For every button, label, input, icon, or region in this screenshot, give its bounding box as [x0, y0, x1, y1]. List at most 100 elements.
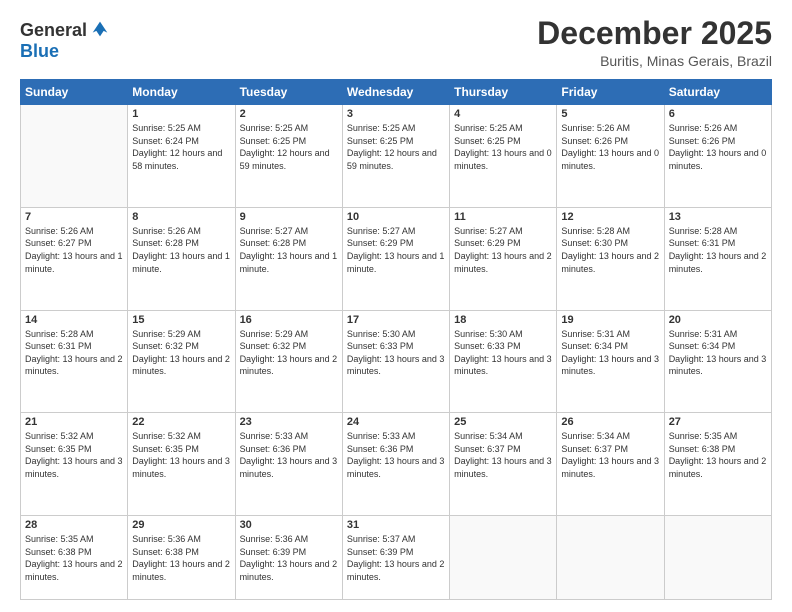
table-row: 30 Sunrise: 5:36 AMSunset: 6:39 PMDayligh… — [235, 515, 342, 599]
table-row: 28Sunrise: 5:35 AMSunset: 6:38 PMDayligh… — [21, 515, 128, 599]
day-number: 1 — [132, 108, 230, 120]
cell-info: Sunrise: 5:33 AMSunset: 6:36 PMDaylight:… — [347, 430, 445, 480]
table-row: 1Sunrise: 5:25 AMSunset: 6:24 PMDaylight… — [128, 105, 235, 208]
cell-info: Sunrise: 5:27 AMSunset: 6:28 PMDaylight:… — [240, 225, 338, 275]
day-number: 25 — [454, 416, 552, 428]
logo-text-line1: General — [20, 21, 87, 41]
calendar-week-row: 28Sunrise: 5:35 AMSunset: 6:38 PMDayligh… — [21, 515, 772, 599]
col-monday: Monday — [128, 80, 235, 105]
day-number: 16 — [240, 314, 338, 326]
col-friday: Friday — [557, 80, 664, 105]
logo-text-line2: Blue — [20, 42, 59, 62]
cell-info: Sunrise: 5:34 AMSunset: 6:37 PMDaylight:… — [561, 430, 659, 480]
table-row: 20 Sunrise: 5:31 AMSunset: 6:34 PMDayligh… — [664, 310, 771, 413]
table-row: 21 Sunrise: 5:32 AMSunset: 6:35 PMDayligh… — [21, 413, 128, 516]
table-row: 31 Sunrise: 5:37 AMSunset: 6:39 PMDayligh… — [342, 515, 449, 599]
col-sunday: Sunday — [21, 80, 128, 105]
day-number: 10 — [347, 211, 445, 223]
cell-info: Sunrise: 5:33 AMSunset: 6:36 PMDaylight:… — [240, 430, 338, 480]
day-number: 29 — [132, 519, 230, 531]
day-number: 24 — [347, 416, 445, 428]
day-number: 9 — [240, 211, 338, 223]
col-thursday: Thursday — [450, 80, 557, 105]
day-number: 7 — [25, 211, 123, 223]
cell-info: Sunrise: 5:30 AMSunset: 6:33 PMDaylight:… — [454, 328, 552, 378]
table-row: 25 Sunrise: 5:34 AMSunset: 6:37 PMDayligh… — [450, 413, 557, 516]
cell-info: Sunrise: 5:37 AMSunset: 6:39 PMDaylight:… — [347, 533, 445, 583]
cell-info: Sunrise: 5:32 AMSunset: 6:35 PMDaylight:… — [25, 430, 123, 480]
table-row: 27Sunrise: 5:35 AMSunset: 6:38 PMDayligh… — [664, 413, 771, 516]
table-row: 11 Sunrise: 5:27 AMSunset: 6:29 PMDayligh… — [450, 207, 557, 310]
cell-info: Sunrise: 5:28 AMSunset: 6:31 PMDaylight:… — [669, 225, 767, 275]
table-row: 17Sunrise: 5:30 AMSunset: 6:33 PMDayligh… — [342, 310, 449, 413]
table-row: 5Sunrise: 5:26 AMSunset: 6:26 PMDaylight… — [557, 105, 664, 208]
cell-info: Sunrise: 5:26 AMSunset: 6:28 PMDaylight:… — [132, 225, 230, 275]
month-title: December 2025 — [537, 16, 772, 51]
table-row: 15Sunrise: 5:29 AMSunset: 6:32 PMDayligh… — [128, 310, 235, 413]
calendar-week-row: 7 Sunrise: 5:26 AMSunset: 6:27 PMDaylight… — [21, 207, 772, 310]
table-row: 26 Sunrise: 5:34 AMSunset: 6:37 PMDayligh… — [557, 413, 664, 516]
day-number: 21 — [25, 416, 123, 428]
cell-info: Sunrise: 5:34 AMSunset: 6:37 PMDaylight:… — [454, 430, 552, 480]
cell-info: Sunrise: 5:32 AMSunset: 6:35 PMDaylight:… — [132, 430, 230, 480]
col-tuesday: Tuesday — [235, 80, 342, 105]
day-number: 6 — [669, 108, 767, 120]
day-number: 4 — [454, 108, 552, 120]
day-number: 2 — [240, 108, 338, 120]
table-row: 18Sunrise: 5:30 AMSunset: 6:33 PMDayligh… — [450, 310, 557, 413]
day-number: 31 — [347, 519, 445, 531]
cell-info: Sunrise: 5:31 AMSunset: 6:34 PMDaylight:… — [561, 328, 659, 378]
day-number: 19 — [561, 314, 659, 326]
cell-info: Sunrise: 5:26 AMSunset: 6:26 PMDaylight:… — [669, 122, 767, 172]
table-row: 16 Sunrise: 5:29 AMSunset: 6:32 PMDayligh… — [235, 310, 342, 413]
cell-info: Sunrise: 5:35 AMSunset: 6:38 PMDaylight:… — [669, 430, 767, 480]
table-row: 12Sunrise: 5:28 AMSunset: 6:30 PMDayligh… — [557, 207, 664, 310]
day-number: 5 — [561, 108, 659, 120]
table-row — [557, 515, 664, 599]
day-number: 13 — [669, 211, 767, 223]
table-row — [450, 515, 557, 599]
table-row: 14Sunrise: 5:28 AMSunset: 6:31 PMDayligh… — [21, 310, 128, 413]
cell-info: Sunrise: 5:27 AMSunset: 6:29 PMDaylight:… — [454, 225, 552, 275]
day-number: 26 — [561, 416, 659, 428]
table-row: 2 Sunrise: 5:25 AMSunset: 6:25 PMDaylight… — [235, 105, 342, 208]
cell-info: Sunrise: 5:30 AMSunset: 6:33 PMDaylight:… — [347, 328, 445, 378]
table-row — [21, 105, 128, 208]
cell-info: Sunrise: 5:26 AMSunset: 6:27 PMDaylight:… — [25, 225, 123, 275]
calendar-week-row: 1Sunrise: 5:25 AMSunset: 6:24 PMDaylight… — [21, 105, 772, 208]
day-number: 22 — [132, 416, 230, 428]
col-wednesday: Wednesday — [342, 80, 449, 105]
cell-info: Sunrise: 5:29 AMSunset: 6:32 PMDaylight:… — [132, 328, 230, 378]
cell-info: Sunrise: 5:31 AMSunset: 6:34 PMDaylight:… — [669, 328, 767, 378]
logo: General Blue — [20, 20, 111, 62]
table-row: 23 Sunrise: 5:33 AMSunset: 6:36 PMDayligh… — [235, 413, 342, 516]
table-row — [664, 515, 771, 599]
cell-info: Sunrise: 5:36 AMSunset: 6:39 PMDaylight:… — [240, 533, 338, 583]
calendar-header-row: Sunday Monday Tuesday Wednesday Thursday… — [21, 80, 772, 105]
table-row: 6 Sunrise: 5:26 AMSunset: 6:26 PMDaylight… — [664, 105, 771, 208]
cell-info: Sunrise: 5:36 AMSunset: 6:38 PMDaylight:… — [132, 533, 230, 583]
calendar-week-row: 14Sunrise: 5:28 AMSunset: 6:31 PMDayligh… — [21, 310, 772, 413]
table-row: 3Sunrise: 5:25 AMSunset: 6:25 PMDaylight… — [342, 105, 449, 208]
cell-info: Sunrise: 5:28 AMSunset: 6:30 PMDaylight:… — [561, 225, 659, 275]
table-row: 7 Sunrise: 5:26 AMSunset: 6:27 PMDaylight… — [21, 207, 128, 310]
day-number: 11 — [454, 211, 552, 223]
page: General Blue December 2025 Buritis, Mina… — [0, 0, 792, 612]
table-row: 8Sunrise: 5:26 AMSunset: 6:28 PMDaylight… — [128, 207, 235, 310]
logo-icon — [89, 18, 111, 40]
table-row: 9 Sunrise: 5:27 AMSunset: 6:28 PMDaylight… — [235, 207, 342, 310]
title-block: December 2025 Buritis, Minas Gerais, Bra… — [537, 16, 772, 69]
table-row: 4 Sunrise: 5:25 AMSunset: 6:25 PMDaylight… — [450, 105, 557, 208]
day-number: 20 — [669, 314, 767, 326]
cell-info: Sunrise: 5:29 AMSunset: 6:32 PMDaylight:… — [240, 328, 338, 378]
cell-info: Sunrise: 5:25 AMSunset: 6:25 PMDaylight:… — [240, 122, 338, 172]
location: Buritis, Minas Gerais, Brazil — [537, 53, 772, 69]
day-number: 30 — [240, 519, 338, 531]
table-row: 29 Sunrise: 5:36 AMSunset: 6:38 PMDayligh… — [128, 515, 235, 599]
table-row: 24 Sunrise: 5:33 AMSunset: 6:36 PMDayligh… — [342, 413, 449, 516]
header: General Blue December 2025 Buritis, Mina… — [20, 16, 772, 69]
cell-info: Sunrise: 5:25 AMSunset: 6:25 PMDaylight:… — [454, 122, 552, 172]
day-number: 23 — [240, 416, 338, 428]
cell-info: Sunrise: 5:25 AMSunset: 6:25 PMDaylight:… — [347, 122, 445, 172]
calendar-table: Sunday Monday Tuesday Wednesday Thursday… — [20, 79, 772, 600]
